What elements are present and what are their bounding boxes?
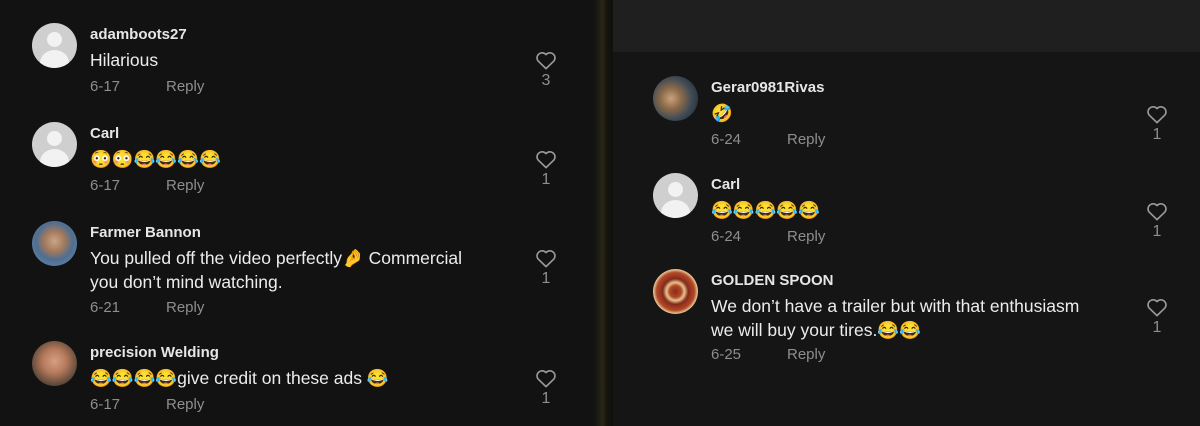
reply-button[interactable]: Reply [166, 396, 204, 413]
user-avatar[interactable] [653, 76, 698, 121]
comment-meta: 6-24 Reply [711, 228, 825, 245]
reply-button[interactable]: Reply [166, 177, 204, 194]
comment-username[interactable]: Carl [90, 125, 119, 142]
heart-outline-icon [1147, 106, 1167, 124]
like-count: 1 [541, 390, 551, 407]
comment-meta: 6-17 Reply [90, 78, 204, 95]
user-avatar[interactable] [32, 221, 77, 266]
comment-username[interactable]: GOLDEN SPOON [711, 272, 834, 289]
reply-button[interactable]: Reply [166, 299, 204, 316]
heart-outline-icon [536, 151, 556, 169]
right-comments-panel: Gerar0981Rivas 🤣 6-24 Reply 1 Carl 😂😂😂😂😂… [621, 57, 1200, 374]
comment-username[interactable]: Gerar0981Rivas [711, 79, 824, 96]
like-count: 1 [541, 270, 551, 287]
comment-date: 6-17 [90, 396, 121, 413]
comment-date: 6-24 [711, 131, 742, 148]
comment-date: 6-17 [90, 177, 121, 194]
user-avatar[interactable] [32, 341, 77, 386]
like-count: 3 [541, 72, 551, 89]
comment-username[interactable]: precision Welding [90, 344, 219, 361]
comment-text: 😳😳😂😂😂😂 [90, 149, 221, 169]
default-avatar-icon[interactable] [32, 23, 77, 68]
comment-item: Farmer Bannon You pulled off the video p… [32, 221, 572, 321]
comment-text: Hilarious [90, 50, 159, 70]
comment-text: You pulled off the video perfectly🤌 Comm… [90, 246, 462, 294]
comment-meta: 6-17 Reply [90, 396, 204, 413]
user-avatar[interactable] [653, 269, 698, 314]
like-button[interactable]: 1 [1145, 104, 1169, 144]
reply-button[interactable]: Reply [787, 228, 825, 245]
comment-item: Gerar0981Rivas 🤣 6-24 Reply 1 [653, 76, 1193, 156]
default-avatar-icon[interactable] [653, 173, 698, 218]
comment-date: 6-17 [90, 78, 121, 95]
heart-outline-icon [536, 370, 556, 388]
comment-date: 6-25 [711, 346, 742, 363]
comment-text: We don’t have a trailer but with that en… [711, 294, 1079, 342]
left-comments-panel: adamboots27 Hilarious 6-17 Reply 3 Carl … [0, 0, 592, 426]
comment-text-line: We don’t have a trailer but with that en… [711, 296, 1080, 316]
comment-username[interactable]: adamboots27 [90, 26, 187, 43]
reply-button[interactable]: Reply [787, 131, 825, 148]
comment-text: 🤣 [711, 103, 733, 123]
comment-date: 6-21 [90, 299, 121, 316]
comment-text-line: you don’t mind watching. [90, 272, 283, 292]
like-button[interactable]: 1 [1145, 201, 1169, 241]
reply-button[interactable]: Reply [787, 346, 825, 363]
reply-button[interactable]: Reply [166, 78, 204, 95]
comment-item: Carl 😳😳😂😂😂😂 6-17 Reply 1 [32, 122, 572, 202]
comment-item: Carl 😂😂😂😂😂 6-24 Reply 1 [653, 173, 1193, 253]
comment-text: 😂😂😂😂😂 [711, 200, 820, 220]
comment-item: GOLDEN SPOON We don’t have a trailer but… [653, 269, 1193, 369]
like-count: 1 [1152, 126, 1162, 143]
panel-divider [592, 0, 613, 426]
like-count: 1 [1152, 223, 1162, 240]
comment-meta: 6-17 Reply [90, 177, 204, 194]
comment-text-line: You pulled off the video perfectly🤌 Comm… [90, 248, 462, 268]
comment-meta: 6-25 Reply [711, 346, 825, 363]
heart-outline-icon [1147, 299, 1167, 317]
comment-date: 6-24 [711, 228, 742, 245]
heart-outline-icon [536, 250, 556, 268]
like-button[interactable]: 1 [534, 248, 558, 288]
default-avatar-icon[interactable] [32, 122, 77, 167]
comment-item: precision Welding 😂😂😂😂give credit on the… [32, 341, 572, 421]
like-button[interactable]: 1 [534, 368, 558, 408]
heart-outline-icon [1147, 203, 1167, 221]
heart-outline-icon [536, 52, 556, 70]
comment-text-line: we will buy your tires.😂😂 [711, 320, 921, 340]
like-count: 1 [1152, 319, 1162, 336]
like-button[interactable]: 1 [534, 149, 558, 189]
comment-text: 😂😂😂😂give credit on these ads 😂 [90, 368, 389, 388]
comment-meta: 6-24 Reply [711, 131, 825, 148]
comment-username[interactable]: Carl [711, 176, 740, 193]
like-button[interactable]: 1 [1145, 297, 1169, 337]
comment-meta: 6-21 Reply [90, 299, 204, 316]
comment-item: adamboots27 Hilarious 6-17 Reply 3 [32, 23, 572, 103]
comment-username[interactable]: Farmer Bannon [90, 224, 201, 241]
right-top-bar [613, 0, 1200, 52]
like-button[interactable]: 3 [534, 50, 558, 90]
like-count: 1 [541, 171, 551, 188]
